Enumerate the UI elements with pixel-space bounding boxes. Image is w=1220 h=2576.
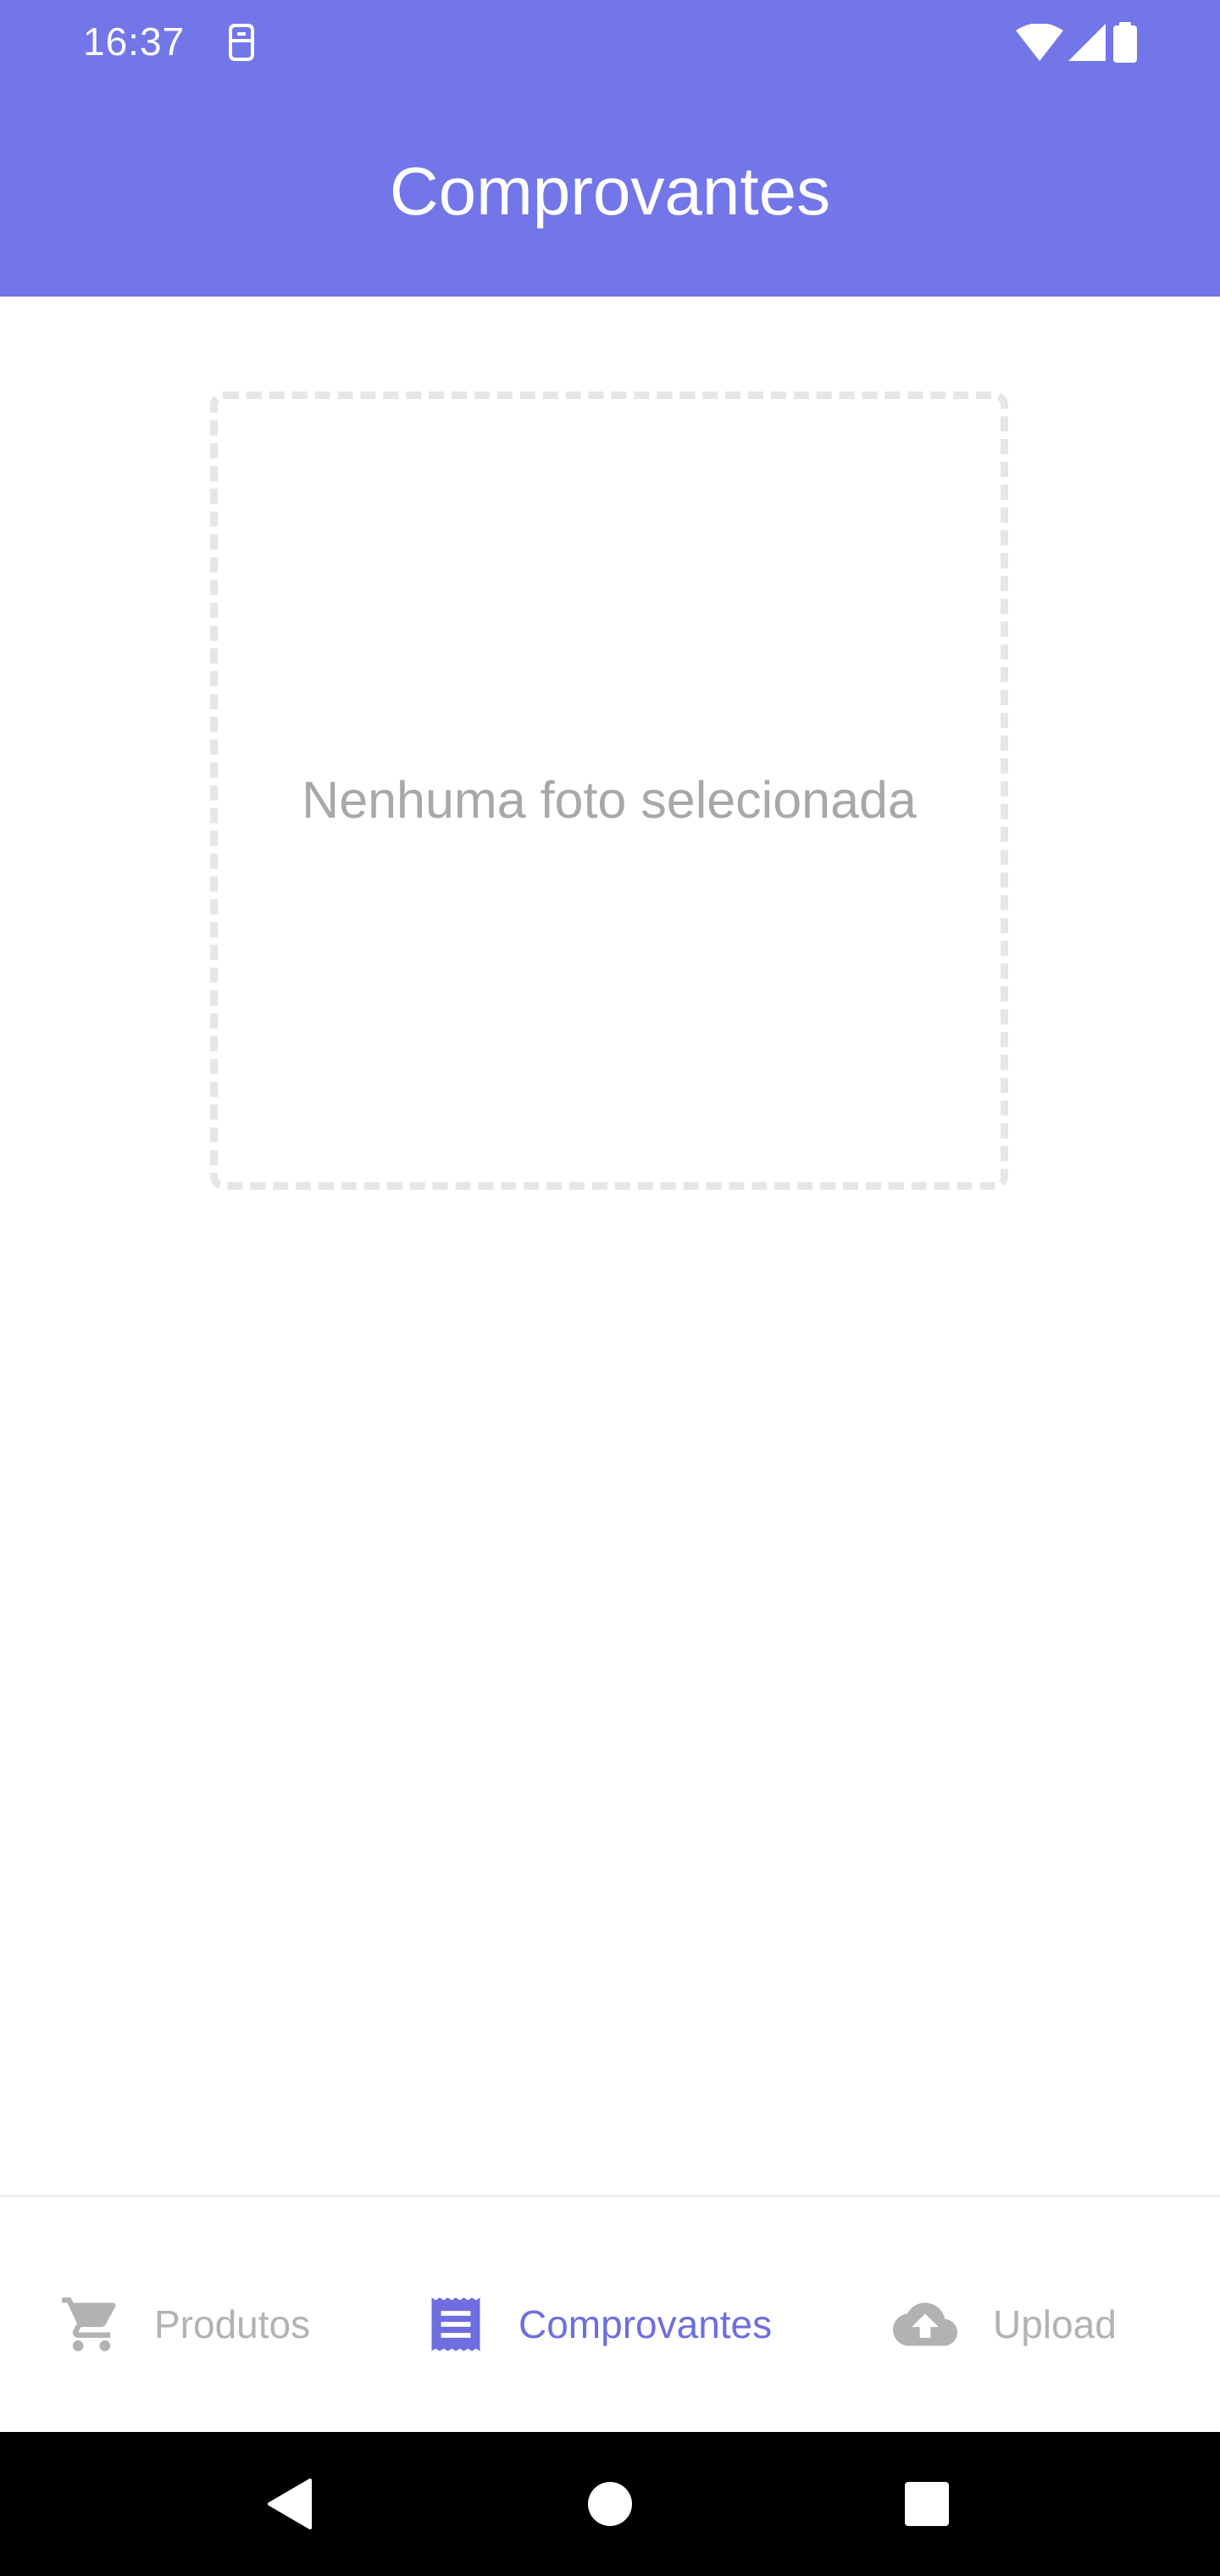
bottom-navigation: Produtos Comprovantes Upload — [0, 2195, 1220, 2432]
battery-icon — [1113, 22, 1137, 63]
recents-icon — [905, 2482, 949, 2526]
page-title: Comprovantes — [389, 153, 831, 229]
nav-label-upload: Upload — [993, 2302, 1117, 2346]
nav-item-produtos[interactable]: Produtos — [59, 2290, 310, 2358]
nav-label-comprovantes: Comprovantes — [518, 2302, 773, 2346]
wifi-icon — [1016, 24, 1063, 61]
app-bar: Comprovantes — [0, 85, 1220, 297]
status-bar: 16:37 — [0, 0, 1220, 85]
receipt-icon — [431, 2297, 480, 2351]
photo-placeholder-text: Nenhuma foto selecionada — [302, 771, 917, 829]
home-button[interactable] — [551, 2432, 669, 2576]
nav-item-upload[interactable]: Upload — [888, 2290, 1117, 2358]
shopping-cart-icon — [62, 2297, 116, 2351]
nav-label-produtos: Produtos — [154, 2302, 311, 2346]
cellular-signal-icon — [1068, 24, 1106, 61]
status-icons — [1016, 22, 1140, 63]
sim-card-icon — [229, 24, 254, 61]
back-icon — [268, 2479, 312, 2529]
system-navigation-bar — [0, 2432, 1220, 2576]
back-button[interactable] — [230, 2432, 349, 2576]
recents-button[interactable] — [868, 2432, 986, 2576]
nav-item-comprovantes[interactable]: Comprovantes — [424, 2290, 772, 2358]
cloud-upload-icon — [893, 2302, 957, 2346]
home-icon — [588, 2482, 632, 2526]
status-time: 16:37 — [83, 19, 186, 64]
photo-placeholder[interactable]: Nenhuma foto selecionada — [210, 391, 1008, 1190]
